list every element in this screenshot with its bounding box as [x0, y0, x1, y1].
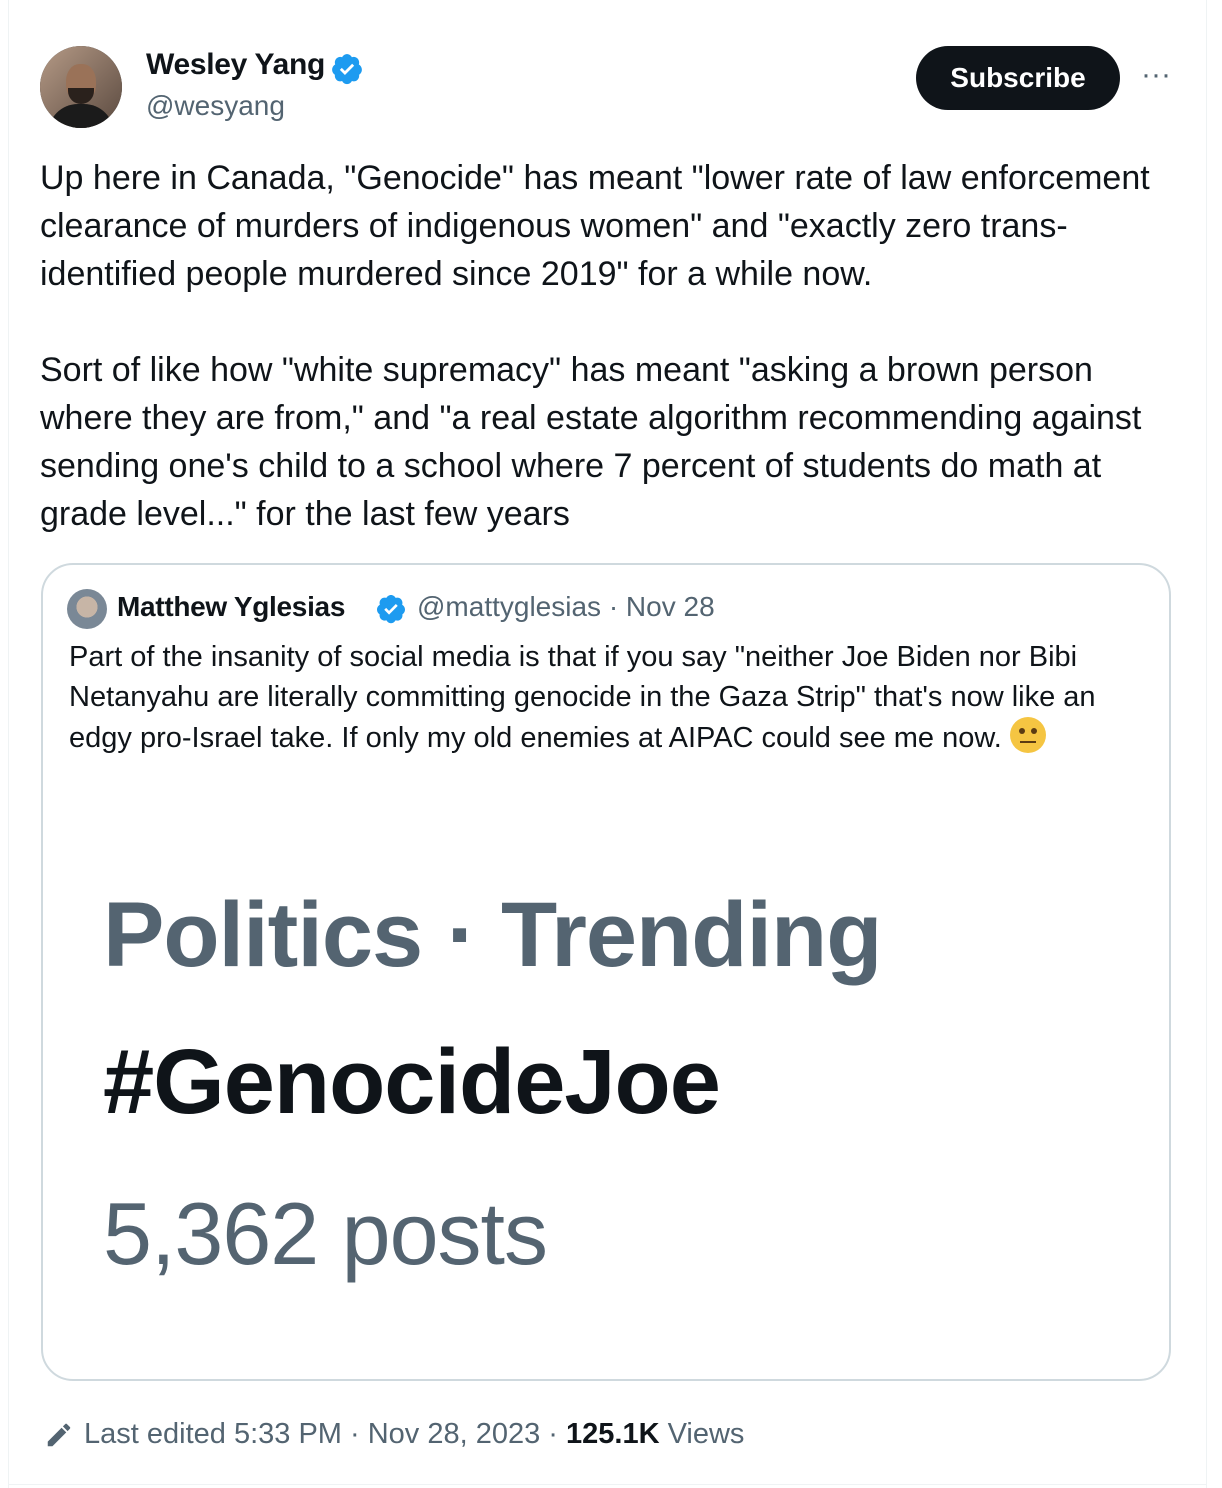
more-options-icon[interactable]: ··· [1136, 60, 1176, 90]
avatar[interactable] [40, 46, 122, 128]
quote-handle-date[interactable]: @mattyglesias · Nov 28 [417, 591, 715, 623]
author-name[interactable]: Wesley Yang [146, 48, 325, 82]
quote-author-name[interactable]: Matthew Yglesias [117, 591, 345, 623]
subscribe-button[interactable]: Subscribe [916, 46, 1120, 110]
edited-timestamp[interactable]: Last edited 5:33 PM · Nov 28, 2023 · [84, 1418, 566, 1451]
trend-hashtag: #GenocideJoe [103, 1031, 721, 1133]
quoted-tweet[interactable]: Matthew Yglesias @mattyglesias · Nov 28 … [41, 563, 1171, 1381]
quote-text-body: Part of the insanity of social media is … [69, 641, 1104, 754]
bottom-divider [8, 1484, 1207, 1485]
quote-text: Part of the insanity of social media is … [69, 637, 1159, 758]
views-count: 125.1K [566, 1418, 660, 1450]
author-handle[interactable]: @wesyang [146, 90, 285, 122]
verified-badge-icon [377, 595, 405, 624]
quote-avatar[interactable] [67, 589, 107, 629]
tweet-footer: Last edited 5:33 PM · Nov 28, 2023 · 125… [44, 1418, 744, 1451]
tweet-card: Wesley Yang @wesyang Subscribe ··· Up he… [0, 0, 1222, 1488]
trend-post-count: 5,362 posts [103, 1184, 548, 1283]
rolling-eyes-emoji-icon [1009, 717, 1046, 753]
pencil-edit-icon [47, 1423, 71, 1446]
verified-badge-icon [332, 54, 362, 85]
trend-category: Politics · Trending [103, 884, 882, 986]
views-label: Views [659, 1418, 745, 1450]
tweet-text: Up here in Canada, "Genocide" has meant … [40, 159, 1150, 533]
left-divider [8, 0, 9, 1488]
right-divider [1206, 0, 1207, 1488]
